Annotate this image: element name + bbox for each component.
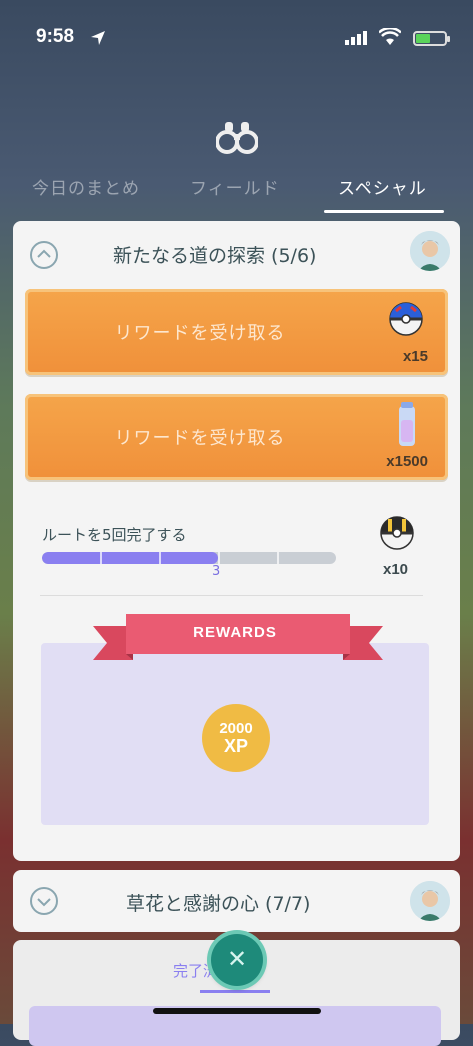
- chevron-down-icon: [37, 898, 51, 907]
- great-ball-icon: [389, 302, 423, 336]
- card-header: 新たなる道の探索 (5/6): [13, 221, 460, 289]
- status-time: 9:58: [36, 26, 75, 47]
- xp-amount: 2000: [219, 720, 253, 737]
- task-progress-bar: [42, 552, 336, 564]
- rewards-banner-label: REWARDS: [193, 624, 277, 641]
- ultra-ball-icon: [380, 516, 414, 550]
- claim-reward-label: リワードを受け取る: [114, 428, 286, 449]
- tab-field[interactable]: フィールド: [190, 174, 280, 199]
- task-label: ルートを5回完了する: [42, 526, 187, 544]
- progress-fill: [42, 552, 219, 564]
- tab-bar: 今日のまとめ フィールド スペシャル: [0, 168, 473, 218]
- claim-reward-button-great-ball[interactable]: リワードを受け取る x15: [25, 289, 448, 375]
- progress-value: 3: [212, 564, 221, 579]
- professor-willow-avatar: [410, 231, 450, 271]
- close-icon: ✕: [226, 945, 248, 973]
- completed-tab-underline: [200, 990, 270, 993]
- wifi-icon: [379, 28, 401, 45]
- divider: [40, 595, 423, 596]
- stardust-potion-icon: [399, 402, 415, 446]
- task-reward-quantity: x10: [383, 561, 409, 578]
- tab-special[interactable]: スペシャル: [338, 174, 427, 199]
- professor-willow-avatar: [410, 881, 450, 921]
- cellular-signal-icon: [345, 31, 367, 45]
- claim-reward-label: リワードを受け取る: [114, 323, 286, 344]
- reward-quantity: x15: [402, 348, 428, 365]
- collapse-button[interactable]: [30, 241, 58, 269]
- card-title: 新たなる道の探索 (5/6): [113, 245, 317, 267]
- reward-quantity: x1500: [386, 453, 428, 470]
- location-arrow-icon: [91, 31, 105, 45]
- expand-button[interactable]: [30, 887, 58, 915]
- binoculars-icon: [216, 122, 258, 154]
- battery-icon: [413, 31, 450, 46]
- status-bar: 9:58: [0, 0, 473, 70]
- second-research-card[interactable]: 草花と感謝の心 (7/7): [13, 870, 460, 932]
- close-button[interactable]: ✕: [211, 934, 263, 986]
- card-title: 草花と感謝の心 (7/7): [126, 893, 311, 915]
- special-research-card: 新たなる道の探索 (5/6) リワードを受け取る x15 リワードを受け取る x…: [13, 221, 460, 861]
- chevron-up-icon: [37, 249, 51, 258]
- active-tab-indicator: [324, 210, 444, 213]
- claim-reward-button-stardust[interactable]: リワードを受け取る x1500: [25, 394, 448, 480]
- tab-today-summary[interactable]: 今日のまとめ: [32, 174, 140, 199]
- xp-unit: XP: [223, 736, 248, 756]
- xp-reward-badge: 2000 XP: [202, 704, 270, 772]
- rewards-ribbon: [93, 614, 383, 660]
- home-indicator: [153, 1008, 321, 1014]
